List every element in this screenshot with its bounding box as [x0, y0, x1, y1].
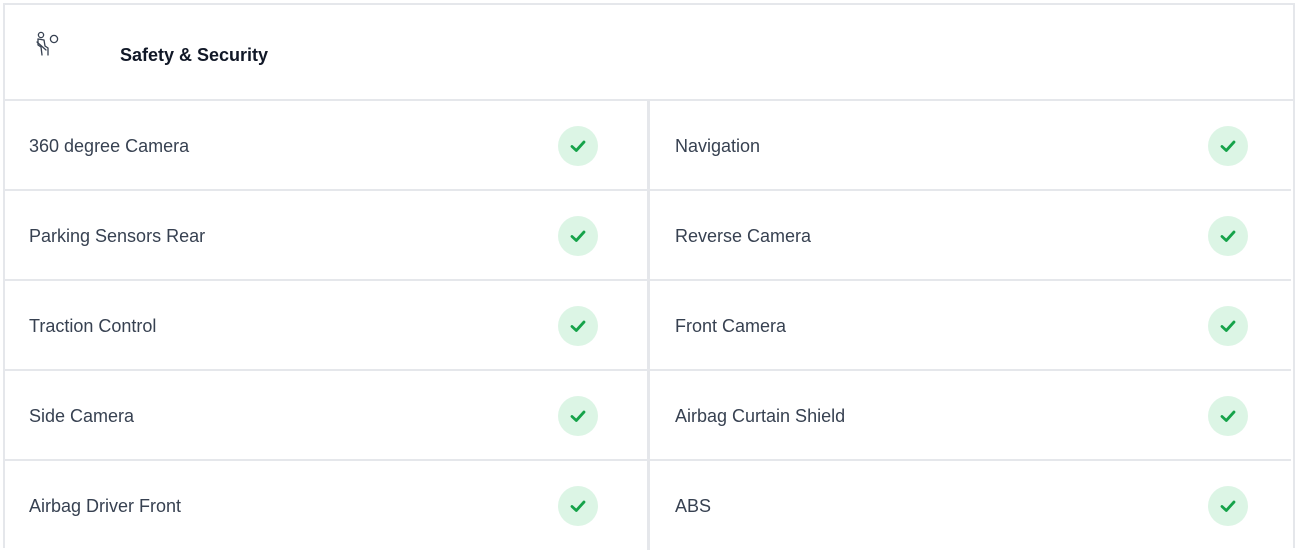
feature-column-left: 360 degree Camera Parking Sensors Rear T…	[5, 101, 648, 550]
feature-row: Reverse Camera	[648, 191, 1291, 281]
check-icon	[1208, 216, 1248, 256]
check-icon	[1208, 486, 1248, 526]
feature-label: Reverse Camera	[675, 226, 812, 246]
feature-row: Front Camera	[648, 281, 1291, 371]
check-icon	[558, 126, 598, 166]
section-header: Safety & Security	[5, 5, 1293, 101]
seatbelt-person-icon	[35, 31, 61, 61]
feature-label: Traction Control	[29, 316, 157, 336]
feature-row: Airbag Curtain Shield	[648, 371, 1291, 461]
feature-column-right: Navigation Reverse Camera Front Camera A…	[648, 101, 1291, 550]
check-icon	[1208, 396, 1248, 436]
check-icon	[558, 306, 598, 346]
feature-row: ABS	[648, 461, 1291, 551]
feature-label: Side Camera	[29, 406, 135, 426]
feature-row: Side Camera	[5, 371, 648, 461]
feature-label: Front Camera	[675, 316, 787, 336]
feature-card: Safety & Security 360 degree Camera Park…	[3, 3, 1295, 550]
check-icon	[1208, 306, 1248, 346]
feature-row: Traction Control	[5, 281, 648, 371]
feature-row: Airbag Driver Front	[5, 461, 648, 551]
check-icon	[558, 396, 598, 436]
check-icon	[558, 486, 598, 526]
feature-label: Parking Sensors Rear	[29, 226, 206, 246]
feature-label: Navigation	[675, 136, 761, 156]
feature-label: Airbag Driver Front	[29, 496, 182, 516]
column-divider	[647, 101, 650, 550]
feature-label: ABS	[675, 496, 712, 516]
feature-row: Parking Sensors Rear	[5, 191, 648, 281]
feature-row: 360 degree Camera	[5, 101, 648, 191]
feature-label: Airbag Curtain Shield	[675, 406, 846, 426]
feature-row: Navigation	[648, 101, 1291, 191]
check-icon	[1208, 126, 1248, 166]
section-title: Safety & Security	[120, 45, 269, 65]
check-icon	[558, 216, 598, 256]
feature-label: 360 degree Camera	[29, 136, 190, 156]
